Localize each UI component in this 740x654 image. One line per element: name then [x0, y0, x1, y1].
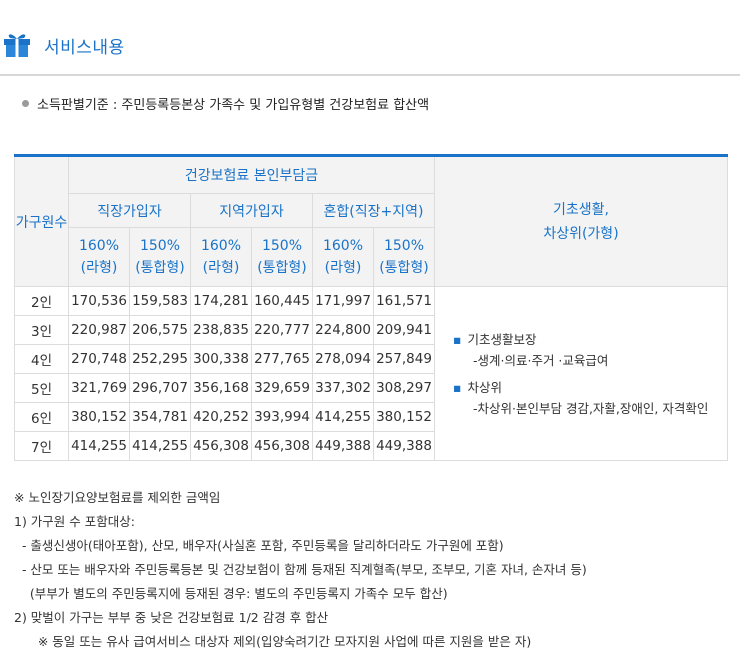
premium-header: 건강보험료 본인부담금 [68, 154, 435, 194]
premium-value-cell: 300,338 [190, 344, 252, 374]
premium-value-cell: 380,152 [373, 402, 435, 432]
premium-table: 가구원수 건강보험료 본인부담금 기초생활, 차상위(가형) 직장가입자 지역가입… [14, 154, 728, 461]
side-sub-2: -차상위·본인부담 경감,자활,장애인, 자격확인 [473, 400, 709, 416]
household-size-cell: 2인 [14, 286, 69, 316]
note-line: 1) 가구원 수 포함대상: [14, 514, 135, 529]
premium-value-cell: 209,941 [373, 315, 435, 345]
bullet-dot-icon [22, 100, 29, 107]
premium-value-cell: 170,536 [68, 286, 130, 316]
premium-value-cell: 296,707 [129, 373, 191, 403]
premium-value-cell: 354,781 [129, 402, 191, 432]
household-header: 가구원수 [14, 154, 69, 287]
premium-value-cell: 329,659 [251, 373, 313, 403]
rate-header-3: 150% (통합형) [251, 227, 313, 287]
square-bullet-icon: ▪ [453, 379, 462, 395]
premium-value-cell: 252,295 [129, 344, 191, 374]
page-title: 서비스내용 [44, 38, 125, 58]
table-row: 2인 170,536 159,583 174,281 160,445 171,997 161… [14, 286, 728, 461]
premium-value-cell: 308,297 [373, 373, 435, 403]
note-line: - 산모 또는 배우자와 주민등록등본 및 건강보험이 함께 등재된 직계혈족(… [14, 562, 587, 577]
rate-header-5: 150% (통합형) [373, 227, 435, 287]
side-bullet-2: 차상위 [467, 379, 502, 395]
rate-header-1: 150% (통합형) [129, 227, 191, 287]
group-header-2: 혼합(직장+지역) [312, 193, 435, 228]
premium-value-cell: 224,800 [312, 315, 374, 345]
premium-value-cell: 414,255 [68, 431, 130, 461]
premium-value-cell: 206,575 [129, 315, 191, 345]
premium-value-cell: 420,252 [190, 402, 252, 432]
square-bullet-icon: ▪ [453, 331, 462, 347]
premium-value-cell: 171,997 [312, 286, 374, 316]
premium-value-cell: 257,849 [373, 344, 435, 374]
rate-header-4: 160% (라형) [312, 227, 374, 287]
premium-value-cell: 456,308 [190, 431, 252, 461]
notes-section: ※ 노인장기요양보험료를 제외한 금액임 1) 가구원 수 포함대상: - 출생신… [14, 486, 587, 654]
note-line: - 출생신생아(태아포함), 산모, 배우자(사실혼 포함, 주민등록을 달리하… [14, 538, 504, 553]
note-line: ※ 노인장기요양보험료를 제외한 금액임 [14, 490, 221, 505]
premium-value-cell: 160,445 [251, 286, 313, 316]
gift-box-icon [4, 34, 30, 57]
premium-value-cell: 278,094 [312, 344, 374, 374]
side-sub-1: -생계·의료·주거 ·교육급여 [473, 352, 609, 368]
side-item: ▪ 차상위 [453, 377, 727, 398]
rate-header-0: 160% (라형) [68, 227, 130, 287]
premium-value-cell: 277,765 [251, 344, 313, 374]
criteria-line: 소득판별기준 : 주민등록등본상 가족수 및 가입유형별 건강보험료 합산액 [22, 94, 429, 113]
criteria-text: 소득판별기준 : 주민등록등본상 가족수 및 가입유형별 건강보험료 합산액 [37, 98, 430, 113]
group-header-1: 지역가입자 [190, 193, 313, 228]
premium-value-cell: 414,255 [129, 431, 191, 461]
premium-value-cell: 449,388 [373, 431, 435, 461]
premium-value-cell: 449,388 [312, 431, 374, 461]
household-size-cell: 6인 [14, 402, 69, 432]
premium-value-cell: 220,777 [251, 315, 313, 345]
premium-value-cell: 174,281 [190, 286, 252, 316]
premium-value-cell: 159,583 [129, 286, 191, 316]
household-size-cell: 4인 [14, 344, 69, 374]
household-size-cell: 3인 [14, 315, 69, 345]
note-line: 2) 맞벌이 가구는 부부 중 낮은 건강보험료 1/2 감경 후 합산 [14, 610, 329, 625]
premium-value-cell: 393,994 [251, 402, 313, 432]
household-size-cell: 5인 [14, 373, 69, 403]
premium-value-cell: 238,835 [190, 315, 252, 345]
basic-living-header: 기초생활, 차상위(가형) [434, 154, 728, 287]
premium-value-cell: 270,748 [68, 344, 130, 374]
premium-value-cell: 356,168 [190, 373, 252, 403]
premium-value-cell: 414,255 [312, 402, 374, 432]
group-header-0: 직장가입자 [68, 193, 191, 228]
household-size-cell: 7인 [14, 431, 69, 461]
premium-value-cell: 161,571 [373, 286, 435, 316]
premium-value-cell: 321,769 [68, 373, 130, 403]
side-item: ▪ 기초생활보장 [453, 329, 727, 350]
premium-value-cell: 220,987 [68, 315, 130, 345]
note-line: (부부가 별도의 주민등록지에 등재된 경우: 별도의 주민등록지 가족수 모두… [14, 586, 448, 601]
premium-value-cell: 337,302 [312, 373, 374, 403]
premium-value-cell: 380,152 [68, 402, 130, 432]
premium-value-cell: 456,308 [251, 431, 313, 461]
rate-header-2: 160% (라형) [190, 227, 252, 287]
side-bullet-1: 기초생활보장 [467, 331, 537, 347]
section-header: 서비스내용 [0, 0, 740, 76]
note-line: ※ 동일 또는 유사 급여서비스 대상자 제외(입양숙려기간 모자지원 사업에 … [14, 634, 532, 649]
basic-living-cell: ▪ 기초생활보장 -생계·의료·주거 ·교육급여 ▪ 차상위 -차상위·본인부담 경감,자… [434, 286, 728, 461]
